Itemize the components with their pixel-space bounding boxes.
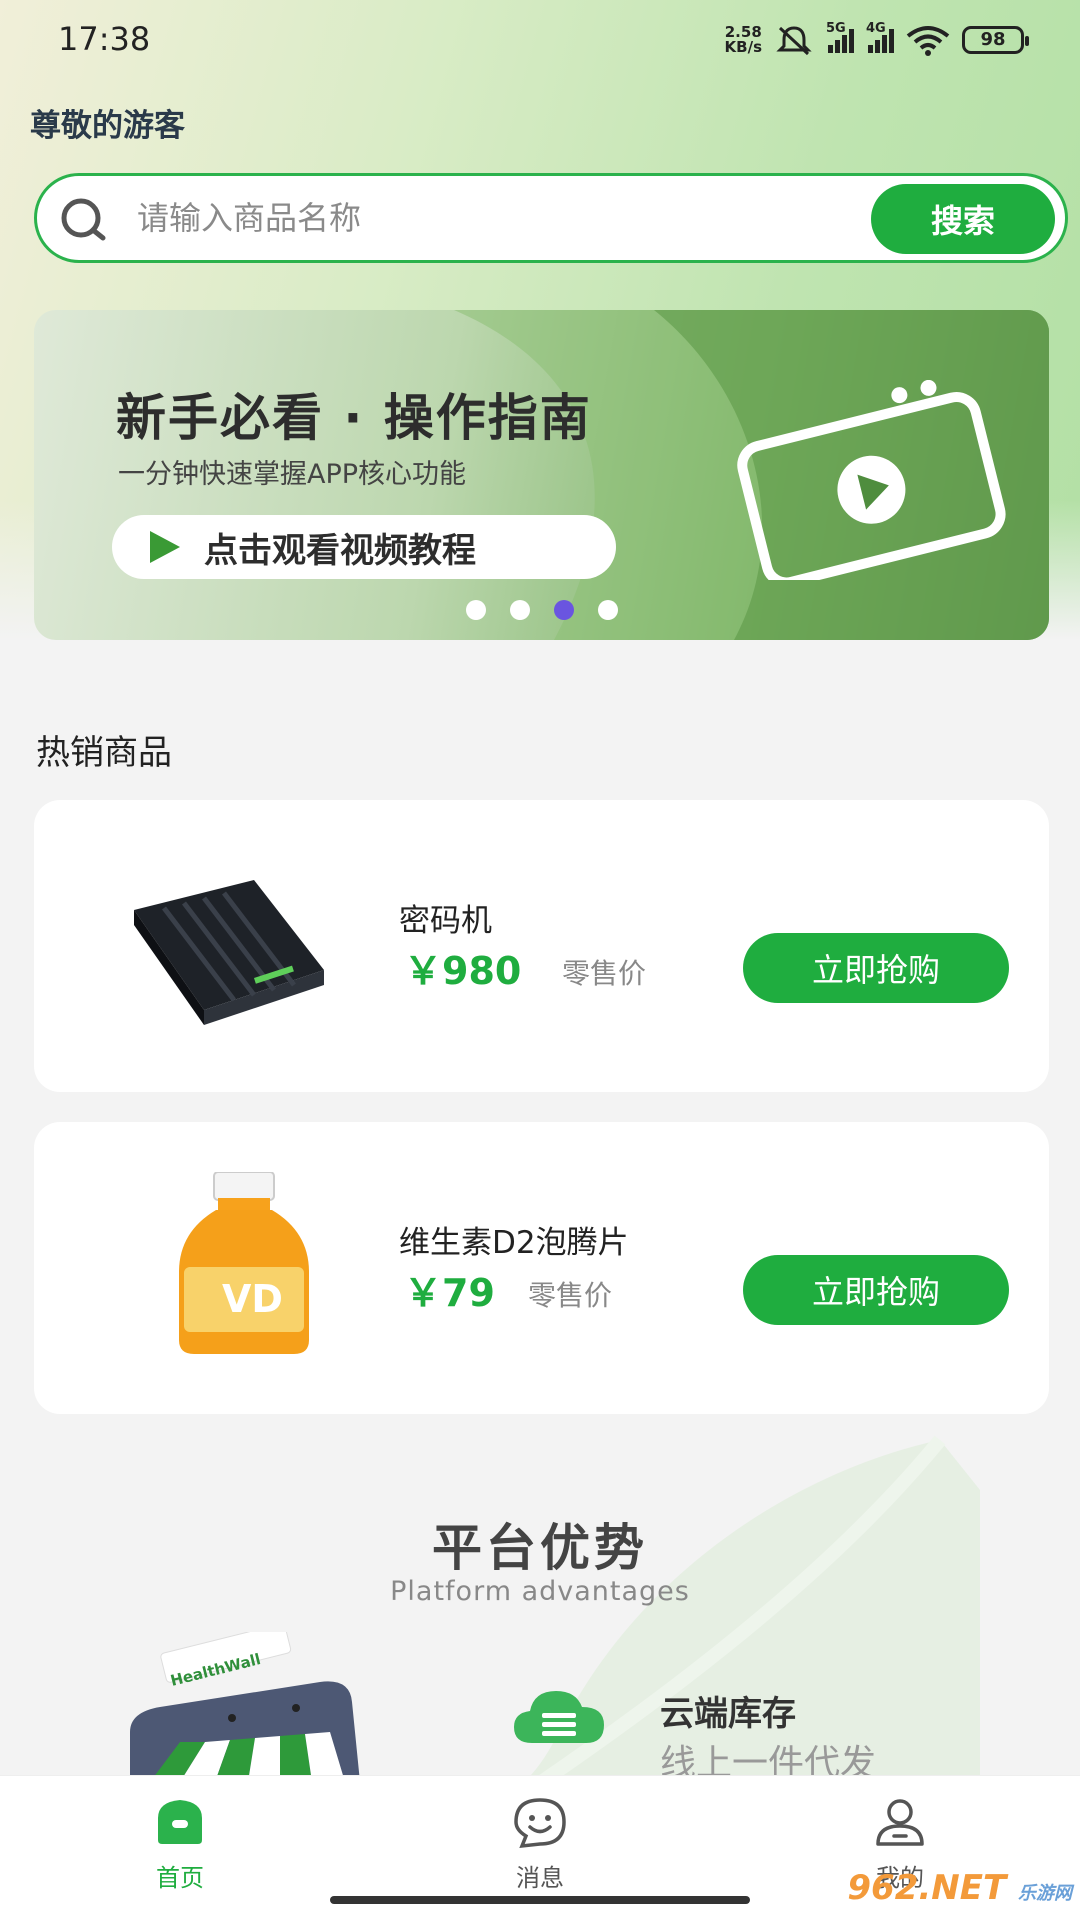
search-button[interactable]: 搜索: [871, 184, 1055, 254]
tab-messages[interactable]: 消息: [460, 1794, 620, 1893]
greeting: 尊敬的游客: [30, 108, 185, 144]
product-card[interactable]: 密码机 ￥980 零售价 立即抢购: [34, 800, 1049, 1092]
status-bar: 17:38 2.58 KB/s 5G 4G 98: [0, 0, 1080, 80]
password-machine-image: [134, 880, 324, 1025]
product-name: 维生素D2泡腾片: [399, 1225, 629, 1261]
search-bar: 搜索: [34, 173, 1068, 263]
chat-icon: [514, 1798, 566, 1849]
video-player-icon: [737, 380, 1006, 580]
mute-icon: [776, 26, 812, 56]
wifi-icon: [906, 26, 950, 56]
search-input[interactable]: [137, 190, 877, 246]
search-icon: [61, 198, 106, 241]
retail-price-label: 零售价: [562, 957, 647, 990]
product-card[interactable]: VD 维生素D2泡腾片 ￥79 零售价 立即抢购: [34, 1122, 1049, 1414]
advantages-title: 平台优势: [432, 1519, 648, 1577]
advantage-title: 云端库存: [660, 1694, 796, 1734]
user-icon: [876, 1799, 924, 1846]
banner-title: 新手必看 · 操作指南: [116, 389, 592, 447]
home-indicator[interactable]: [330, 1896, 750, 1904]
product-price: ￥980: [404, 949, 522, 993]
product-name: 密码机: [399, 903, 492, 939]
hot-products-title: 热销商品: [36, 733, 172, 773]
tab-home[interactable]: 首页: [100, 1794, 260, 1893]
carousel-indicator: [466, 600, 618, 620]
net-speed: 2.58 KB/s: [724, 23, 762, 56]
watch-tutorial-label: 点击观看视频教程: [204, 530, 476, 571]
watermark-logo: 962.NET 乐游网: [847, 1868, 1072, 1908]
battery-icon: 98: [962, 26, 1029, 54]
play-icon: [150, 531, 180, 563]
signal-5g-icon: 5G: [826, 21, 854, 53]
retail-price-label: 零售价: [528, 1279, 613, 1312]
carousel-dot[interactable]: [466, 600, 486, 620]
buy-now-button[interactable]: 立即抢购: [743, 933, 1009, 1003]
store-illustration: HealthWall: [130, 1632, 360, 1782]
home-icon: [158, 1800, 202, 1844]
carousel-dot[interactable]: [510, 600, 530, 620]
status-icons: 2.58 KB/s 5G 4G 98: [724, 21, 1029, 58]
watch-tutorial-button[interactable]: 点击观看视频教程: [112, 515, 616, 579]
buy-now-button[interactable]: 立即抢购: [743, 1255, 1009, 1325]
cloud-icon: [514, 1691, 604, 1743]
status-time: 17:38: [58, 20, 151, 58]
tab-home-label: 首页: [156, 1864, 204, 1892]
tab-messages-label: 消息: [516, 1864, 564, 1892]
svg-text:VD: VD: [222, 1277, 283, 1321]
tutorial-banner[interactable]: 新手必看 · 操作指南 一分钟快速掌握APP核心功能 点击观看视频教程: [34, 310, 1049, 640]
carousel-dot[interactable]: [598, 600, 618, 620]
product-price: ￥79: [404, 1271, 495, 1315]
banner-subtitle: 一分钟快速掌握APP核心功能: [118, 459, 467, 490]
advantages-subtitle: Platform advantages: [390, 1576, 690, 1607]
vitamin-bottle-image: VD: [179, 1172, 309, 1354]
signal-4g-icon: 4G: [866, 21, 894, 53]
carousel-dot-active[interactable]: [554, 600, 574, 620]
